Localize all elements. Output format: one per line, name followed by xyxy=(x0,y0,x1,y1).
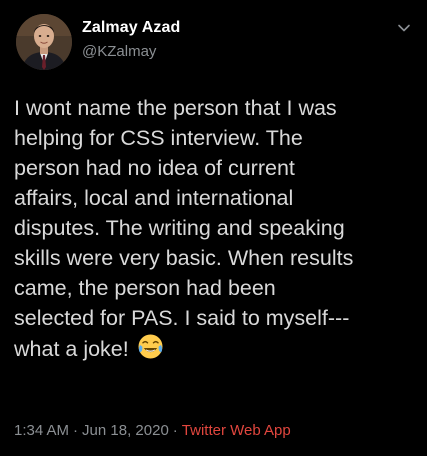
tweet-line: came, the person had been xyxy=(14,276,276,300)
tweet-card: Zalmay Azad @KZalmay I wont name the per… xyxy=(0,0,427,456)
separator: · xyxy=(172,422,178,439)
tweet-line: selected for PAS. I said to myself--- xyxy=(14,306,350,330)
tweet-line: person had no idea of current xyxy=(14,156,295,180)
tweet-line: disputes. The writing and speaking xyxy=(14,216,345,240)
tweet-line-last: what a joke! xyxy=(14,333,419,364)
tweet-text: I wont name the person that I was helpin… xyxy=(14,93,419,364)
user-handle[interactable]: @KZalmay xyxy=(82,42,180,62)
tweet-time[interactable]: 1:34 AM xyxy=(14,422,69,439)
display-name[interactable]: Zalmay Azad xyxy=(82,18,180,38)
chevron-down-icon[interactable] xyxy=(394,18,414,38)
tweet-header: Zalmay Azad @KZalmay xyxy=(14,10,414,74)
tweet-line: affairs, local and international xyxy=(14,186,294,210)
author-names: Zalmay Azad @KZalmay xyxy=(82,18,180,62)
tweet-line: I wont name the person that I was xyxy=(14,96,337,120)
avatar-image xyxy=(16,14,72,70)
separator: · xyxy=(73,422,79,439)
tweet-line: helping for CSS interview. The xyxy=(14,126,303,150)
face-with-tears-of-joy-icon xyxy=(137,333,164,360)
tweet-line-text: what a joke! xyxy=(14,337,129,361)
tweet-line: skills were very basic. When results xyxy=(14,246,354,270)
tweet-source-link[interactable]: Twitter Web App xyxy=(182,422,291,439)
avatar[interactable] xyxy=(16,14,72,70)
tweet-meta: 1:34 AM · Jun 18, 2020 · Twitter Web App xyxy=(14,421,291,441)
tweet-date[interactable]: Jun 18, 2020 xyxy=(82,422,169,439)
